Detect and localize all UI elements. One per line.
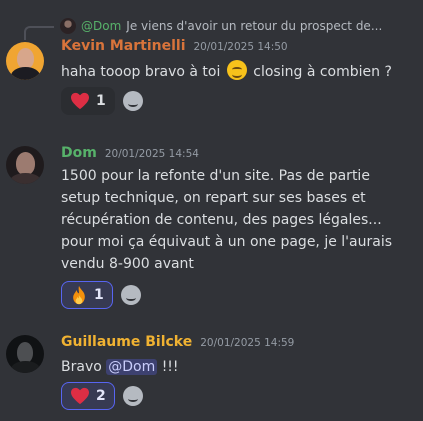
add-reaction-icon[interactable] — [120, 285, 141, 305]
reply-author[interactable]: @Dom — [81, 19, 121, 33]
timestamp: 20/01/2025 14:59 — [200, 337, 295, 349]
message-text: haha tooop bravo à toi closing à combien… — [61, 60, 417, 83]
author-name[interactable]: Guillaume Bilcke — [61, 334, 192, 350]
timestamp: 20/01/2025 14:50 — [193, 41, 288, 53]
user-mention[interactable]: @Dom — [106, 359, 158, 375]
reaction-heart[interactable]: 2 — [61, 382, 115, 410]
timestamp: 20/01/2025 14:54 — [104, 148, 199, 160]
author-name[interactable]: Dom — [61, 145, 97, 161]
avatar[interactable] — [6, 42, 44, 80]
fire-icon — [73, 285, 85, 305]
message-text: Bravo @Dom !!! — [61, 359, 179, 375]
reaction-count: 1 — [94, 287, 104, 303]
add-reaction-icon[interactable] — [122, 91, 143, 111]
reaction-count: 1 — [96, 93, 106, 109]
add-reaction-icon[interactable] — [122, 386, 143, 406]
reaction-count: 2 — [96, 388, 106, 404]
wink-emoji-icon — [226, 60, 247, 80]
heart-icon — [71, 92, 89, 110]
author-name[interactable]: Kevin Martinelli — [61, 38, 186, 54]
message-text: 1500 pour la refonte d'un site. Pas de p… — [61, 168, 392, 272]
reply-preview[interactable]: @Dom Je viens d'avoir un retour du prosp… — [60, 16, 420, 36]
reaction-heart[interactable]: 1 — [61, 87, 115, 115]
heart-icon — [71, 387, 89, 405]
avatar[interactable] — [6, 335, 44, 373]
reaction-fire[interactable]: 1 — [61, 281, 113, 309]
reply-text[interactable]: Je viens d'avoir un retour du prospect d… — [126, 19, 382, 33]
reply-avatar — [60, 18, 76, 34]
reply-connector — [24, 26, 54, 40]
avatar[interactable] — [6, 146, 44, 184]
